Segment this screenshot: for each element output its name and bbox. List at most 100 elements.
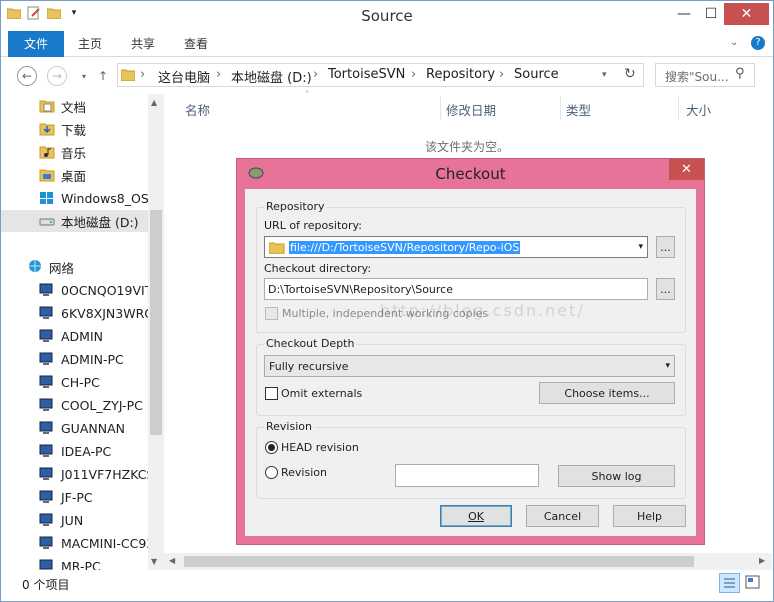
sidebar-item-computer[interactable]: ADMIN-PC	[1, 348, 149, 370]
breadcrumb-item[interactable]: 这台电脑	[158, 67, 210, 86]
omit-externals-label: Omit externals	[281, 387, 363, 400]
folder-icon	[120, 67, 136, 84]
breadcrumb-item[interactable]: TortoiseSVN	[328, 67, 405, 82]
documents-icon	[39, 100, 55, 113]
computer-icon	[39, 559, 53, 570]
scroll-up-icon[interactable]: ▲	[151, 98, 157, 107]
recent-locations-icon[interactable]: ▾	[74, 66, 94, 86]
sidebar-scroll-thumb[interactable]	[150, 210, 162, 435]
tab-home[interactable]: 主页	[78, 31, 102, 57]
scroll-left-icon[interactable]: ◀	[169, 556, 175, 565]
url-combo[interactable]: file:///D:/TortoiseSVN/Repository/Repo-i…	[264, 236, 648, 258]
column-header-name[interactable]: 名称	[185, 100, 210, 119]
search-icon[interactable]: ⚲	[735, 66, 745, 81]
folder-icon	[269, 242, 285, 254]
breadcrumb-item[interactable]: 本地磁盘 (D:)	[231, 67, 312, 86]
chevron-down-icon[interactable]: ▾	[638, 242, 643, 252]
back-icon[interactable]: ←	[17, 66, 37, 86]
checkout-directory-input[interactable]: D:\TortoiseSVN\Repository\Source	[264, 278, 648, 300]
sidebar-item-label: 0OCNQO19VIT	[61, 282, 149, 298]
sidebar-item-computer[interactable]: MR-PC	[1, 555, 149, 570]
sidebar-item-label: 文档	[61, 99, 87, 115]
sidebar-item-local-disk-d[interactable]: 本地磁盘 (D:)	[1, 210, 149, 232]
head-revision-label: HEAD revision	[281, 441, 359, 454]
sidebar-item-music[interactable]: 音乐	[1, 141, 149, 163]
sidebar-item-label: J011VF7HZKCS	[61, 466, 149, 482]
chevron-down-icon[interactable]: ▾	[602, 70, 607, 80]
computer-icon	[39, 329, 53, 342]
sidebar-item-computer[interactable]: MACMINI-CC93	[1, 532, 149, 554]
dialog-close-button[interactable]: ✕	[669, 159, 704, 180]
column-divider[interactable]	[440, 96, 441, 120]
column-header-date[interactable]: 修改日期	[446, 100, 496, 119]
large-icons-view-icon[interactable]	[743, 573, 764, 593]
sidebar-item-windows8-os[interactable]: Windows8_OS (	[1, 187, 149, 209]
column-divider[interactable]	[560, 96, 561, 120]
tab-view[interactable]: 查看	[184, 31, 208, 57]
help-button[interactable]: Help	[613, 505, 686, 527]
sidebar-item-computer[interactable]: CH-PC	[1, 371, 149, 393]
revision-label: Revision	[281, 466, 327, 479]
breadcrumb-item[interactable]: Source	[514, 67, 559, 82]
sidebar-item-computer[interactable]: 0OCNQO19VIT	[1, 279, 149, 301]
scroll-right-icon[interactable]: ▶	[759, 556, 765, 565]
sidebar-item-documents[interactable]: 文档	[1, 95, 149, 117]
refresh-icon[interactable]: ↻	[624, 66, 636, 82]
column-header-type[interactable]: 类型	[566, 100, 591, 119]
windows-drive-icon	[40, 192, 53, 204]
details-view-icon[interactable]	[719, 573, 740, 593]
breadcrumb-separator-icon: ›	[411, 67, 417, 82]
sidebar-item-downloads[interactable]: 下载	[1, 118, 149, 140]
sidebar-item-computer[interactable]: 6KV8XJN3WRQ	[1, 302, 149, 324]
url-browse-button[interactable]: ...	[656, 236, 675, 258]
ok-button[interactable]: OK	[440, 505, 512, 527]
omit-externals-checkbox[interactable]	[265, 387, 278, 400]
head-revision-radio[interactable]	[265, 441, 278, 454]
item-count: 0 个项目	[22, 578, 70, 592]
navigation-pane: 文档 下载 音乐 桌面 Windows8_OS ( 本地磁盘 (D:) 网络 0…	[1, 94, 164, 570]
forward-icon[interactable]: →	[47, 66, 67, 86]
sidebar-item-computer[interactable]: JUN	[1, 509, 149, 531]
column-header-size[interactable]: 大小	[686, 100, 711, 119]
depth-select[interactable]: Fully recursive ▾	[264, 355, 675, 377]
sidebar-item-computer[interactable]: ADMIN	[1, 325, 149, 347]
chevron-down-icon[interactable]: ▾	[665, 361, 670, 371]
column-divider[interactable]	[678, 96, 679, 120]
close-button[interactable]: ✕	[724, 3, 769, 25]
sidebar-item-label: COOL_ZYJ-PC	[61, 397, 143, 413]
revision-input[interactable]	[395, 464, 539, 487]
sidebar-item-computer[interactable]: J011VF7HZKCS	[1, 463, 149, 485]
multiple-checkbox[interactable]	[265, 307, 278, 320]
sidebar-item-label: GUANNAN	[61, 420, 125, 436]
sidebar-item-network[interactable]: 网络	[1, 256, 149, 278]
sidebar-item-computer[interactable]: COOL_ZYJ-PC	[1, 394, 149, 416]
up-icon[interactable]: ↑	[93, 66, 113, 86]
breadcrumb-item[interactable]: Repository	[426, 67, 495, 82]
directory-browse-button[interactable]: ...	[656, 278, 675, 300]
tab-file[interactable]: 文件	[8, 31, 64, 57]
scroll-down-icon[interactable]: ▼	[151, 557, 157, 566]
sidebar-item-computer[interactable]: GUANNAN	[1, 417, 149, 439]
sidebar-item-computer[interactable]: IDEA-PC	[1, 440, 149, 462]
sidebar-item-desktop[interactable]: 桌面	[1, 164, 149, 186]
sidebar-item-computer[interactable]: JF-PC	[1, 486, 149, 508]
minimize-button[interactable]: —	[671, 3, 697, 25]
help-icon[interactable]: ?	[751, 36, 765, 50]
maximize-button[interactable]: ☐	[698, 3, 724, 25]
choose-items-button[interactable]: Choose items...	[539, 382, 675, 404]
cancel-button[interactable]: Cancel	[526, 505, 599, 527]
computer-icon	[39, 536, 53, 549]
url-label: URL of repository:	[264, 219, 362, 232]
tab-share[interactable]: 共享	[131, 31, 155, 57]
sidebar-item-label: JF-PC	[61, 489, 93, 505]
horizontal-scroll-thumb[interactable]	[184, 556, 694, 567]
show-log-button[interactable]: Show log	[558, 465, 675, 487]
sidebar-item-label: 6KV8XJN3WRQ	[61, 305, 149, 321]
sort-indicator-icon: ˄	[305, 90, 309, 99]
sidebar-item-label: 网络	[49, 260, 75, 276]
sidebar-item-label: ADMIN	[61, 328, 103, 344]
ribbon-expand-icon[interactable]: ⌄	[730, 37, 738, 48]
breadcrumb-separator-icon: ›	[216, 67, 222, 82]
computer-icon	[39, 352, 53, 365]
revision-radio[interactable]	[265, 466, 278, 479]
